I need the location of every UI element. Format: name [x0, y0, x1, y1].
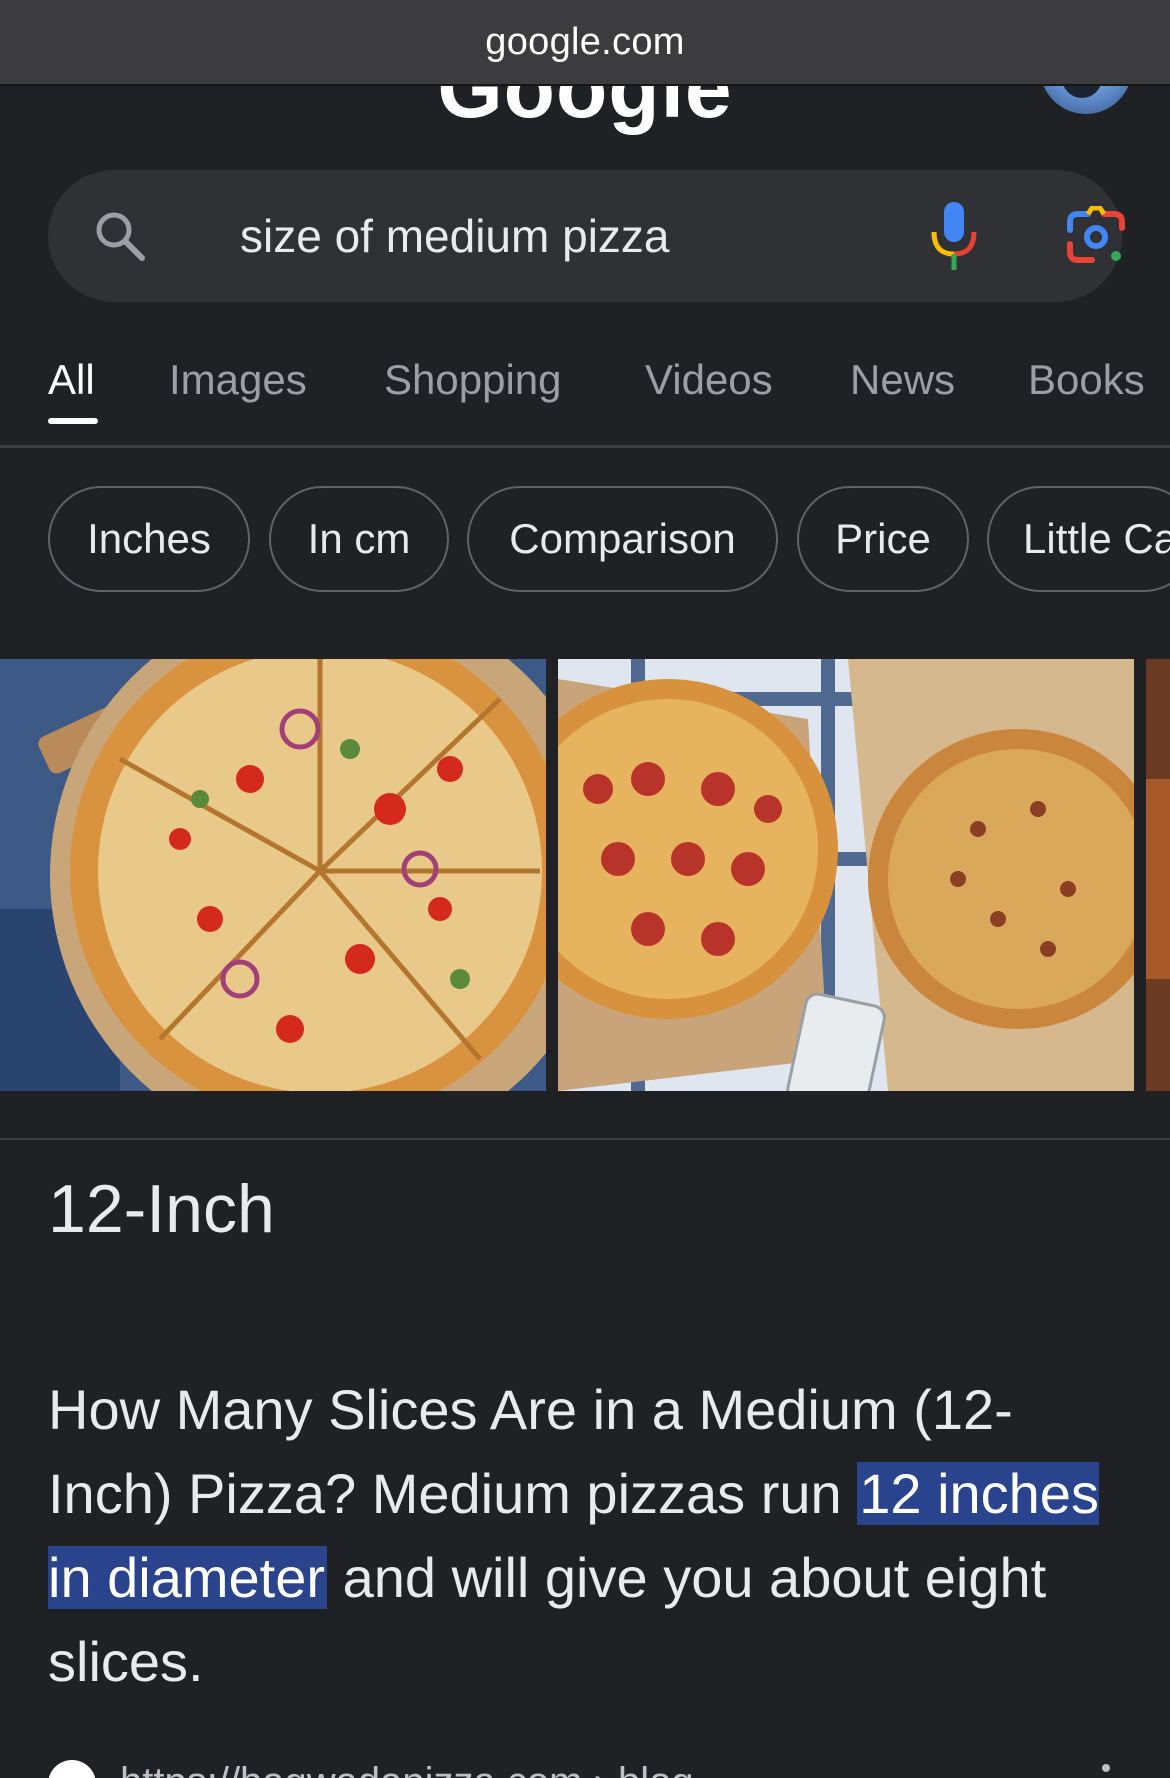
chip-price[interactable]: Price — [797, 486, 969, 592]
image-results-row — [0, 659, 1170, 1091]
featured-answer-title: 12-Inch — [48, 1171, 275, 1247]
source-url[interactable]: https://bagwadapizza.com › blog — [120, 1760, 694, 1778]
more-options-icon[interactable] — [1102, 1764, 1110, 1772]
pizza-image-pepperoni-boxes[interactable] — [558, 659, 1134, 1091]
pizza-image-veggie[interactable] — [0, 659, 546, 1091]
browser-url-bar[interactable]: google.com — [0, 0, 1170, 86]
tab-videos[interactable]: Videos — [645, 356, 773, 404]
tab-images[interactable]: Images — [169, 356, 307, 404]
search-tabs: All Images Shopping Videos News Books — [0, 342, 1170, 448]
microphone-icon[interactable] — [924, 200, 984, 274]
featured-snippet-text: How Many Slices Are in a Medium (12-Inch… — [48, 1368, 1128, 1704]
tab-all[interactable]: All — [48, 356, 95, 404]
refinement-chips: Inches In cm Comparison Price Little Ca — [0, 486, 1170, 592]
pizza-image-partial[interactable] — [1146, 659, 1170, 1091]
google-lens-icon[interactable] — [1064, 206, 1128, 268]
browser-url-text: google.com — [485, 20, 685, 63]
source-favicon-icon — [48, 1760, 96, 1778]
tab-news[interactable]: News — [850, 356, 955, 404]
active-tab-indicator — [48, 418, 98, 424]
chip-in-cm[interactable]: In cm — [269, 486, 449, 592]
chip-comparison[interactable]: Comparison — [467, 486, 778, 592]
search-input[interactable]: size of medium pizza — [240, 170, 670, 302]
chip-inches[interactable]: Inches — [48, 486, 250, 592]
tab-shopping[interactable]: Shopping — [384, 356, 562, 404]
section-divider — [0, 1138, 1170, 1140]
search-bar[interactable]: size of medium pizza — [48, 170, 1125, 302]
source-citation[interactable]: https://bagwadapizza.com › blog — [48, 1756, 1128, 1778]
search-icon — [96, 212, 145, 261]
chip-little-caesars[interactable]: Little Ca — [987, 486, 1170, 592]
tab-books[interactable]: Books — [1028, 356, 1145, 404]
